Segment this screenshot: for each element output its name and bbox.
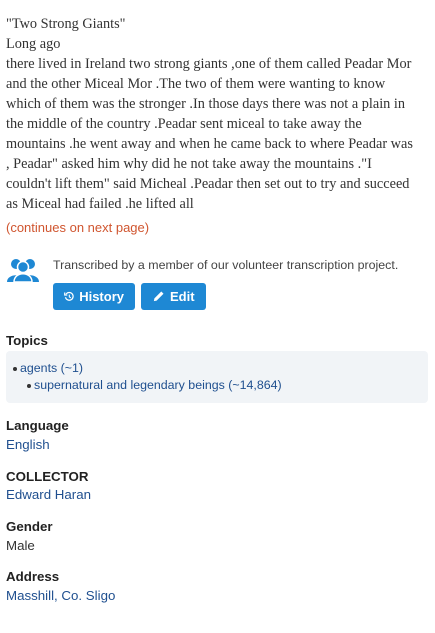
story-line: Long ago [6,36,61,52]
edit-button[interactable]: Edit [141,283,206,310]
transcription-info: Transcribed by a member of our volunteer… [6,253,431,313]
gender-heading: Gender [6,519,53,534]
story-line: and the other Miceal Mor .The two of the… [6,76,386,92]
topics-heading: Topics [6,333,48,348]
language-value[interactable]: English [6,437,50,452]
history-button-label: History [79,289,124,304]
story-line: as Miceal had failed .he lifted all [6,196,194,212]
topic-link[interactable]: agents (~1) [20,361,83,375]
address-value[interactable]: Masshill, Co. Sligo [6,588,115,603]
topics-list: agents (~1) supernatural and legendary b… [6,351,428,403]
story-line: which of them was the stronger .In those… [6,96,406,112]
address-heading: Address [6,569,60,584]
story-line: "Two Strong Giants" [6,16,126,32]
history-button[interactable]: History [53,283,135,310]
continues-on-next-page: (continues on next page) [6,220,150,235]
edit-button-label: Edit [170,289,195,304]
topic-link[interactable]: supernatural and legendary beings (~14,8… [34,378,282,392]
transcribed-by-text: Transcribed by a member of our volunteer… [53,258,399,272]
pencil-icon [153,291,164,302]
story-line: there lived in Ireland two strong giants… [6,56,412,72]
collector-value[interactable]: Edward Haran [6,487,91,502]
story-line: the middle of the country .Peadar sent m… [6,116,362,132]
story-line: couldn't lift them" said Micheal .Peadar… [6,176,410,192]
story-line: mountains .he went away and when he came… [6,136,413,152]
people-icon [6,256,40,284]
story-text: "Two Strong Giants" Long ago there lived… [6,14,431,214]
story-line: , Peadar" asked him why did he not take … [6,156,372,172]
history-icon [64,291,74,301]
collector-heading: COLLECTOR [6,469,89,484]
language-heading: Language [6,418,69,433]
gender-value: Male [6,538,35,553]
